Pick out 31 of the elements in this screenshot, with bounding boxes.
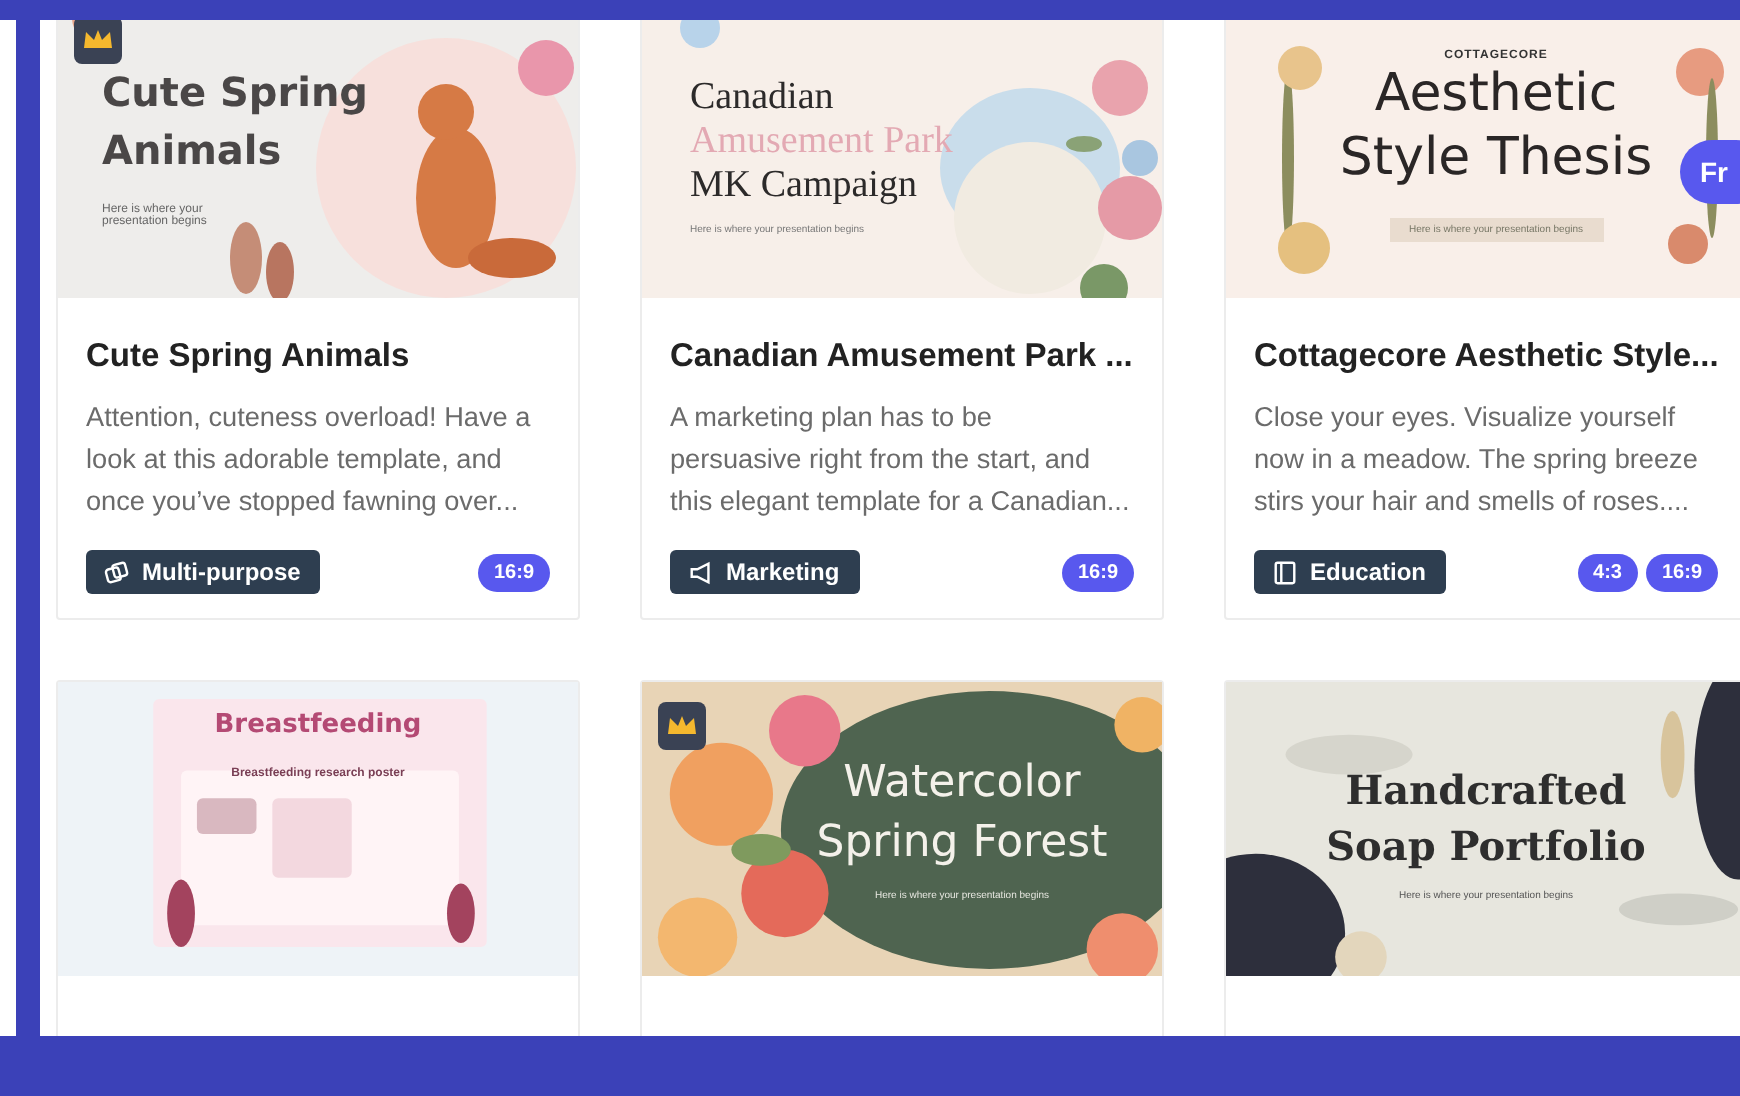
card-description: Close your eyes. Visualize yourself now in a meadow. The spring breeze stirs your hair and smells of roses.... <box>1254 400 1700 520</box>
aspect-ratio-badge: 16:9 <box>477 553 550 591</box>
category-tag[interactable]: Education <box>1254 550 1447 594</box>
card-title[interactable]: Cottagecore Aesthetic Style... <box>1254 338 1718 376</box>
slide-title: Cute Spring <box>102 66 368 120</box>
slide-title: Soap Portfolio <box>1326 820 1646 874</box>
slide-title: Canadian <box>690 76 834 120</box>
slide-title: MK Campaign <box>690 164 917 208</box>
card-title[interactable]: Cute Spring Animals <box>86 338 550 376</box>
slide-title: Style Thesis <box>1339 126 1653 190</box>
slide-title: Handcrafted <box>1345 764 1627 818</box>
aspect-ratio-badge: 4:3 <box>1577 553 1638 591</box>
slide-title: Aesthetic <box>1374 62 1618 126</box>
template-card[interactable] <box>640 20 1164 620</box>
slide-title: Breastfeeding <box>214 710 422 740</box>
slide-title: Spring Forest <box>816 816 1108 872</box>
category-tag[interactable]: Marketing <box>670 550 860 594</box>
aspect-ratio-badge: 16:9 <box>1061 553 1134 591</box>
megaphone-icon <box>688 559 714 585</box>
slide-title: Animals <box>102 124 282 178</box>
aspect-ratio-badge: 16:9 <box>1645 553 1718 591</box>
template-card[interactable] <box>1224 20 1740 620</box>
book-icon <box>1272 559 1298 585</box>
slide-title: Watercolor <box>843 756 1081 812</box>
template-card[interactable] <box>56 20 580 620</box>
slide-title: Amusement Park <box>690 120 953 164</box>
card-title[interactable]: Canadian Amusement Park ... <box>670 338 1134 376</box>
category-tag[interactable]: Multi-purpose <box>86 550 321 594</box>
card-description: Attention, cuteness overload! Have a look at this adorable template, and once you’ve stopped fawning over... <box>86 400 533 520</box>
layers-icon <box>104 559 130 585</box>
card-description: A marketing plan has to be persuasive right from the start, and this elegant template for a Canadian... <box>670 400 1132 520</box>
